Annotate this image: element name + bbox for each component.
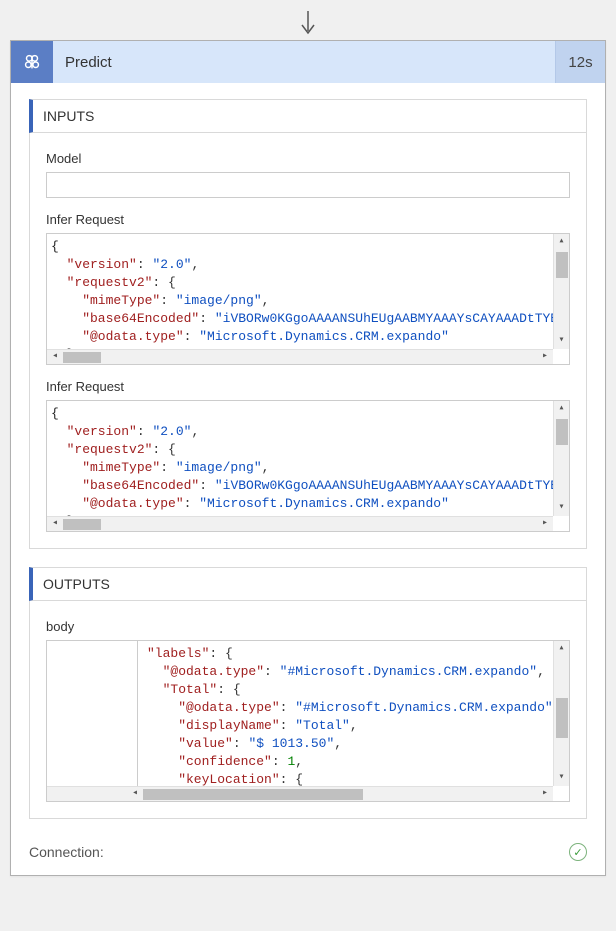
check-circle-icon: ✓ xyxy=(569,843,587,861)
card-header[interactable]: Predict 12s xyxy=(11,41,605,83)
scroll-down-icon[interactable]: ▾ xyxy=(558,500,564,516)
model-field: Model xyxy=(46,151,570,198)
scroll-thumb[interactable] xyxy=(556,698,568,738)
scroll-right-icon[interactable]: ▸ xyxy=(537,785,553,802)
scroll-thumb[interactable] xyxy=(556,252,568,278)
scroll-thumb-h[interactable] xyxy=(63,519,101,530)
card-duration: 12s xyxy=(555,41,605,83)
inputs-title-text: INPUTS xyxy=(43,108,94,124)
infer-request-2-code[interactable]: { "version": "2.0", "requestv2": { "mime… xyxy=(46,400,570,532)
connector-arrow xyxy=(10,10,606,40)
vertical-scrollbar[interactable]: ▴ ▾ xyxy=(553,401,569,516)
card-title: Predict xyxy=(53,41,555,83)
infer-request-1-field: Infer Request { "version": "2.0", "reque… xyxy=(46,212,570,365)
scroll-right-icon[interactable]: ▸ xyxy=(537,515,553,532)
infer-request-1-code[interactable]: { "version": "2.0", "requestv2": { "mime… xyxy=(46,233,570,365)
model-label: Model xyxy=(46,151,570,166)
infer-request-2-field: Infer Request { "version": "2.0", "reque… xyxy=(46,379,570,532)
scroll-down-icon[interactable]: ▾ xyxy=(558,770,564,786)
scroll-left-icon[interactable]: ◂ xyxy=(127,785,143,802)
footer: Connection: ✓ xyxy=(11,839,605,875)
horizontal-scrollbar[interactable]: ◂ ▸ xyxy=(47,786,553,801)
infer-request-1-label: Infer Request xyxy=(46,212,570,227)
brain-icon xyxy=(11,41,53,83)
vertical-scrollbar[interactable]: ▴ ▾ xyxy=(553,234,569,349)
inputs-title: INPUTS xyxy=(29,99,587,133)
scroll-up-icon[interactable]: ▴ xyxy=(558,234,564,250)
scroll-thumb-h[interactable] xyxy=(63,352,101,363)
inputs-section: INPUTS Model Infer Request { "version": … xyxy=(29,99,587,549)
scroll-thumb[interactable] xyxy=(556,419,568,445)
body-label: body xyxy=(46,619,570,634)
infer-request-2-label: Infer Request xyxy=(46,379,570,394)
horizontal-scrollbar[interactable]: ◂ ▸ xyxy=(47,516,553,531)
scroll-thumb-h[interactable] xyxy=(143,789,363,800)
scroll-down-icon[interactable]: ▾ xyxy=(558,333,564,349)
outputs-title-text: OUTPUTS xyxy=(43,576,110,592)
horizontal-scrollbar[interactable]: ◂ ▸ xyxy=(47,349,553,364)
model-input[interactable] xyxy=(46,172,570,198)
scroll-left-icon[interactable]: ◂ xyxy=(47,515,63,532)
outputs-title: OUTPUTS xyxy=(29,567,587,601)
body-field: body "labels": { "@odata.type": "#Micros… xyxy=(46,619,570,802)
body-code[interactable]: "labels": { "@odata.type": "#Microsoft.D… xyxy=(46,640,570,802)
scroll-up-icon[interactable]: ▴ xyxy=(558,401,564,417)
outputs-section: OUTPUTS body "labels": { "@odata.type": … xyxy=(29,567,587,819)
predict-card: Predict 12s INPUTS Model Infer Request {… xyxy=(10,40,606,876)
arrow-down-icon xyxy=(298,11,318,39)
scroll-up-icon[interactable]: ▴ xyxy=(558,641,564,657)
vertical-scrollbar[interactable]: ▴ ▾ xyxy=(553,641,569,786)
scroll-left-icon[interactable]: ◂ xyxy=(47,348,63,365)
connection-label: Connection: xyxy=(29,844,104,860)
scroll-right-icon[interactable]: ▸ xyxy=(537,348,553,365)
